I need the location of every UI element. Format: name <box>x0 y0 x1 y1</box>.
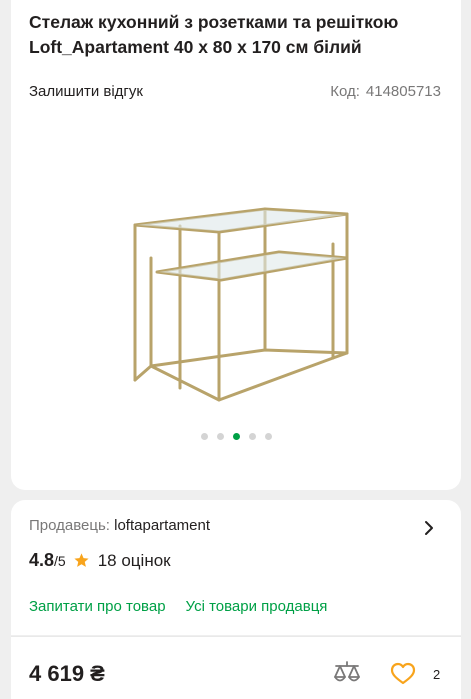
heart-icon[interactable] <box>390 662 416 686</box>
bottom-action-bar: 4 619 ₴ 2 <box>11 636 461 699</box>
seller-name[interactable]: loftapartament <box>114 517 210 534</box>
seller-card: Продавець: loftapartament 4.8 /5 18 оцін… <box>11 500 461 635</box>
gallery-dot[interactable] <box>248 433 256 440</box>
ask-about-product-link[interactable]: Запитати про товар <box>29 598 166 615</box>
rating-max: /5 <box>54 553 66 569</box>
compare-icon[interactable] <box>332 660 362 688</box>
chevron-right-icon[interactable] <box>423 520 435 536</box>
reviews-count: 18 оцінок <box>97 551 171 570</box>
leave-review-link[interactable]: Залишити відгук <box>29 83 143 100</box>
seller-row[interactable]: Продавець: loftapartament <box>29 517 210 534</box>
wishlist-count: 2 <box>433 667 441 682</box>
product-price: 4 619 ₴ <box>29 661 105 686</box>
product-title-line-2: Loft_Apartament 40 х 80 х 170 см білий <box>29 37 362 57</box>
gallery-dot[interactable] <box>216 433 224 440</box>
product-code: Код: 414805713 <box>330 83 441 100</box>
product-header-card: Стелаж кухонний з розетками та решіткою … <box>11 0 461 490</box>
star-icon <box>74 553 89 567</box>
seller-label: Продавець: <box>29 517 110 534</box>
gallery-pagination <box>11 433 461 440</box>
product-image[interactable] <box>121 178 361 418</box>
product-title: Стелаж кухонний з розетками та решіткою … <box>29 10 454 60</box>
gallery-dot[interactable] <box>200 433 208 440</box>
gallery-dot[interactable] <box>264 433 272 440</box>
rating-value: 4.8 <box>29 550 55 570</box>
product-code-label: Код: <box>330 83 360 100</box>
all-seller-items-link[interactable]: Усі товари продавця <box>186 598 328 615</box>
seller-rating: 4.8 /5 18 оцінок <box>29 550 171 571</box>
seller-links: Запитати про товар Усі товари продавця <box>29 598 327 615</box>
product-code-value: 414805713 <box>365 83 441 100</box>
product-title-line-1: Стелаж кухонний з розетками та решіткою <box>29 12 399 32</box>
gallery-dot-active[interactable] <box>232 433 240 440</box>
